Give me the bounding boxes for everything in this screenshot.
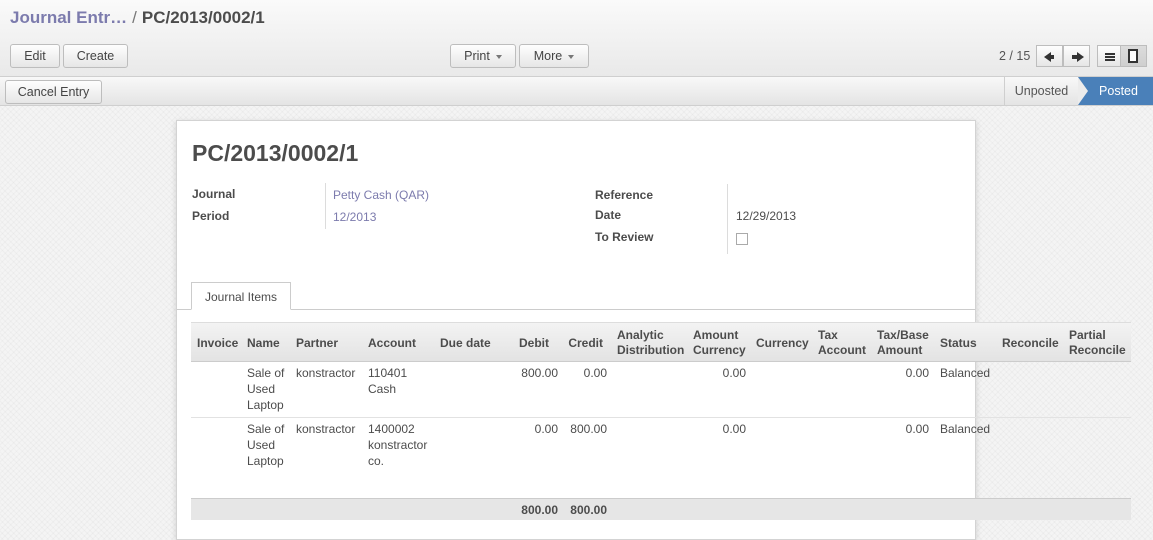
row-account-line: Cash (368, 382, 397, 396)
breadcrumb: Journal Entr… / PC/2013/0002/1 (10, 8, 265, 28)
row-debit: 800.00 (521, 366, 558, 380)
row-name-line: Laptop (247, 398, 284, 412)
print-label: Print (464, 49, 490, 63)
to-review-label: To Review (595, 230, 654, 244)
row-name-line: Used (247, 438, 276, 452)
row-partner: konstractor (296, 422, 356, 436)
col-analytic-line1: Analytic (617, 328, 664, 342)
row-account-line: co. (368, 454, 385, 468)
col-name[interactable]: Name (247, 336, 280, 351)
row-status: Balanced (940, 422, 991, 436)
col-amount-currency-line1: Amount (693, 328, 739, 342)
pager-next-button[interactable] (1063, 45, 1090, 67)
print-dropdown-button[interactable]: Print (450, 44, 516, 68)
row-name-line: Sale of (247, 422, 285, 436)
reference-label: Reference (595, 188, 654, 202)
col-analytic-line2: Distribution (617, 343, 685, 357)
to-review-checkbox[interactable] (736, 233, 748, 245)
period-label: Period (192, 209, 230, 223)
edit-button[interactable]: Edit (10, 44, 60, 68)
arrow-left-icon (1044, 52, 1054, 62)
row-name-line: Laptop (247, 454, 284, 468)
row-credit: 0.00 (583, 366, 607, 380)
row-account: 110401 Cash (368, 365, 407, 397)
col-partner[interactable]: Partner (296, 336, 338, 351)
breadcrumb-current: PC/2013/0002/1 (141, 8, 265, 27)
form-statusbar: Cancel Entry Unposted Posted (0, 77, 1153, 106)
row-tax-amount: 0.00 (905, 366, 929, 380)
col-tax-base-amount[interactable]: Tax/Base Amount (877, 328, 929, 358)
period-value[interactable]: 12/2013 (333, 210, 376, 224)
col-account[interactable]: Account (368, 336, 416, 351)
row-divider (191, 417, 1131, 418)
caret-down-icon (568, 54, 575, 59)
date-value: 12/29/2013 (736, 209, 797, 223)
col-due-date[interactable]: Due date (440, 336, 491, 351)
row-tax-amount: 0.00 (905, 422, 929, 436)
col-amount-currency[interactable]: Amount Currency (693, 328, 746, 358)
col-tax-account[interactable]: Tax Account (818, 328, 866, 358)
more-dropdown-button[interactable]: More (519, 44, 589, 68)
col-status[interactable]: Status (940, 336, 977, 351)
col-invoice[interactable]: Invoice (197, 336, 238, 351)
row-amount-currency: 0.00 (722, 366, 746, 380)
col-debit[interactable]: Debit (501, 336, 549, 351)
col-tax-account-line2: Account (818, 343, 866, 357)
pager-counter[interactable]: 2 / 15 (999, 49, 1030, 63)
col-analytic-distribution[interactable]: Analytic Distribution (617, 328, 684, 358)
date-label: Date (595, 208, 622, 222)
list-view-icon (1105, 53, 1115, 55)
col-partial-line2: Reconcile (1069, 343, 1126, 357)
row-name: Sale of Used Laptop (247, 365, 284, 413)
tab-bar-line (177, 309, 975, 310)
col-tax-base-line1: Tax/Base (877, 328, 929, 342)
journal-label: Journal (192, 187, 236, 201)
journal-value[interactable]: Petty Cash (QAR) (333, 188, 429, 202)
row-account-line: 110401 (368, 366, 408, 380)
row-status: Balanced (940, 366, 991, 380)
tab-journal-items[interactable]: Journal Items (191, 282, 291, 310)
row-account: 1400002 konstractor co. (368, 421, 427, 469)
field-divider (727, 184, 728, 254)
total-debit: 800.00 (521, 503, 558, 517)
row-name-line: Sale of (247, 366, 285, 380)
control-panel: Journal Entr… / PC/2013/0002/1 Edit Create… (0, 0, 1153, 77)
row-partner: konstractor (296, 366, 356, 380)
col-partial-reconcile[interactable]: Partial Reconcile (1069, 328, 1126, 358)
breadcrumb-parent-link[interactable]: Journal Entr… (10, 8, 127, 27)
entry-title: PC/2013/0002/1 (192, 140, 359, 166)
col-partial-line1: Partial (1069, 328, 1106, 342)
col-credit[interactable]: Credit (553, 336, 603, 351)
form-view-button[interactable] (1120, 45, 1147, 67)
col-tax-base-line2: Amount (877, 343, 923, 357)
more-label: More (533, 49, 563, 63)
table-header: Invoice Name Partner Account Due date De… (191, 322, 1131, 362)
total-credit: 800.00 (570, 503, 607, 517)
row-debit: 0.00 (534, 422, 558, 436)
cancel-entry-button[interactable]: Cancel Entry (5, 80, 102, 104)
pager-previous-button[interactable] (1036, 45, 1063, 67)
col-tax-account-line1: Tax (818, 328, 838, 342)
row-account-line: konstractor (368, 438, 428, 452)
status-posted: Posted (1078, 77, 1153, 105)
col-reconcile[interactable]: Reconcile (1002, 336, 1059, 351)
field-divider (325, 183, 326, 229)
create-button[interactable]: Create (63, 44, 128, 68)
status-unposted: Unposted (1004, 77, 1078, 105)
row-name: Sale of Used Laptop (247, 421, 284, 469)
row-credit: 800.00 (570, 422, 607, 436)
arrow-right-icon (1072, 52, 1084, 62)
caret-down-icon (495, 54, 502, 59)
row-amount-currency: 0.00 (722, 422, 746, 436)
form-view-icon (1128, 49, 1138, 63)
breadcrumb-separator: / (132, 8, 137, 27)
col-currency[interactable]: Currency (756, 336, 809, 351)
row-account-line: 1400002 (368, 422, 415, 436)
col-amount-currency-line2: Currency (693, 343, 746, 357)
table-totals-row: 800.00 800.00 (191, 498, 1131, 520)
row-name-line: Used (247, 382, 276, 396)
